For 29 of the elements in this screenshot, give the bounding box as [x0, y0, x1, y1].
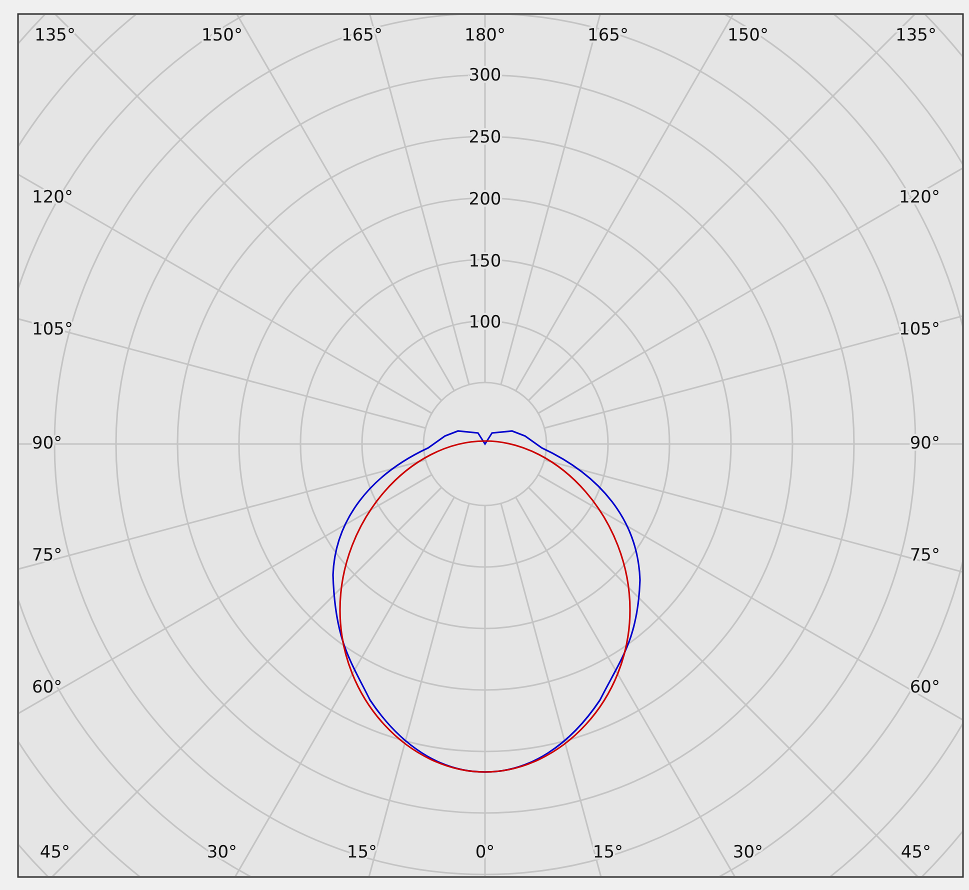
radius-label: 200 — [468, 190, 502, 210]
angle-label: 90° — [910, 434, 940, 454]
angle-label: 135° — [896, 26, 936, 46]
angle-label: 30° — [206, 842, 238, 863]
angle-label: 15° — [346, 842, 378, 863]
angle-label: 45° — [900, 842, 932, 863]
angle-label: 135° — [34, 26, 76, 46]
angle-label: 75° — [910, 546, 940, 566]
angle-label: 0° — [475, 842, 495, 863]
angle-label: 75° — [32, 546, 62, 566]
angle-label: 105° — [899, 320, 940, 340]
angle-label: 60° — [910, 678, 940, 698]
angle-label: 90° — [32, 434, 62, 454]
angle-label: 165° — [588, 26, 628, 46]
radius-label: 150 — [468, 252, 502, 272]
radius-label: 300 — [468, 66, 502, 86]
angle-label: 45° — [40, 842, 70, 863]
angle-label: 165° — [342, 26, 382, 46]
angle-label: 60° — [32, 678, 62, 698]
radius-label: 100 — [468, 312, 502, 333]
radius-label: 250 — [468, 128, 502, 148]
angle-label: 15° — [592, 842, 624, 863]
angle-label: 120° — [899, 188, 940, 208]
angle-label: 150° — [202, 26, 242, 46]
angle-label: 180° — [464, 26, 506, 46]
angle-label: 30° — [732, 842, 764, 863]
angle-label: 105° — [32, 320, 73, 340]
angle-label: 120° — [32, 188, 73, 208]
angle-label: 150° — [728, 26, 768, 46]
